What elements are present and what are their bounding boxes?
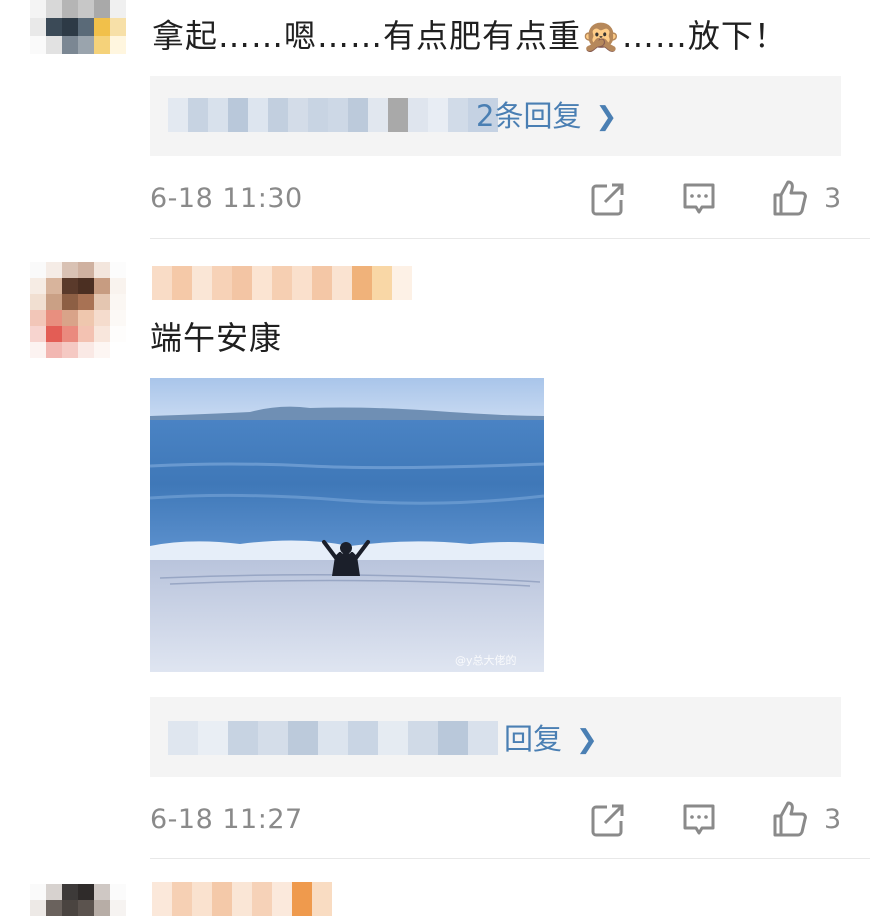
chevron-right-icon: ❯ xyxy=(576,725,598,755)
view-replies-link[interactable]: 回复 ❯ xyxy=(504,719,598,761)
like-count: 3 xyxy=(824,804,842,835)
share-icon[interactable] xyxy=(589,801,627,839)
comment-icon[interactable] xyxy=(680,180,718,218)
photo-watermark: @y总大佬的 xyxy=(455,653,517,667)
reply-preview-box[interactable]: 2条回复 ❯ xyxy=(150,76,841,156)
avatar[interactable] xyxy=(30,0,126,54)
comment-text: 端午安康 xyxy=(150,319,283,357)
comment-photo[interactable]: @y总大佬的 xyxy=(150,378,544,672)
comment-timestamp: 6-18 11:27 xyxy=(150,804,303,835)
blurred-username[interactable] xyxy=(152,266,412,300)
view-replies-label: 回复 xyxy=(504,722,563,756)
blurred-username[interactable] xyxy=(152,882,332,916)
comment-icon[interactable] xyxy=(680,801,718,839)
avatar[interactable] xyxy=(30,884,126,916)
chevron-right-icon: ❯ xyxy=(595,102,618,132)
reply-preview-box[interactable]: 回复 ❯ xyxy=(150,697,841,777)
comment-text: 拿起……嗯……有点肥有点重🙊……放下！ xyxy=(152,17,787,55)
view-replies-label: 2条回复 xyxy=(476,99,582,133)
avatar[interactable] xyxy=(30,262,126,358)
share-icon[interactable] xyxy=(589,180,627,218)
thumbs-up-icon[interactable] xyxy=(771,800,809,838)
like-count: 3 xyxy=(824,183,842,214)
view-replies-link[interactable]: 2条回复 ❯ xyxy=(476,96,617,138)
divider xyxy=(150,858,870,859)
comment-timestamp: 6-18 11:30 xyxy=(150,183,303,214)
blurred-reply-authors xyxy=(168,98,468,132)
divider xyxy=(150,238,870,239)
blurred-reply-authors xyxy=(168,721,498,755)
thumbs-up-icon[interactable] xyxy=(771,179,809,217)
